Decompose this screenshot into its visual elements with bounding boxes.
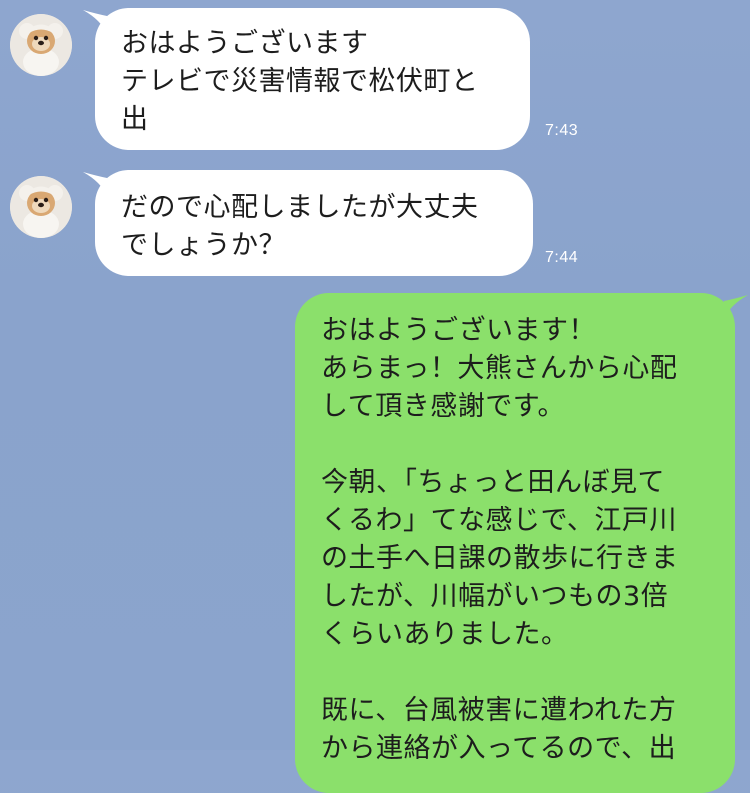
- message-timestamp: 7:43: [545, 122, 579, 139]
- message-text: だので心配しましたが大丈夫 でしょうか？: [121, 192, 479, 261]
- bubble-tail: [83, 10, 107, 34]
- message-bubble-outgoing[interactable]: おはようございます！ あらまっ！大熊さんから心配 して頂き感謝です。 今朝、「ち…: [295, 293, 748, 793]
- bubble-tail: [83, 172, 107, 196]
- dog-avatar-icon[interactable]: [10, 14, 72, 76]
- message-bubble-incoming[interactable]: おはようございます テレビで災害情報で松伏町と 出: [83, 8, 530, 150]
- bubble-tail: [724, 295, 748, 319]
- chat-area[interactable]: おはようございます テレビで災害情報で松伏町と 出 7:43 だので心配しました…: [0, 0, 750, 793]
- message-bubble-incoming[interactable]: だので心配しましたが大丈夫 でしょうか？: [83, 170, 533, 276]
- message-text: おはようございます！ あらまっ！大熊さんから心配 して頂き感謝です。 今朝、「ち…: [321, 315, 679, 764]
- dog-avatar-icon[interactable]: [10, 176, 72, 238]
- message-timestamp: 7:44: [545, 249, 579, 266]
- message-text: おはようございます テレビで災害情報で松伏町と 出: [121, 28, 479, 135]
